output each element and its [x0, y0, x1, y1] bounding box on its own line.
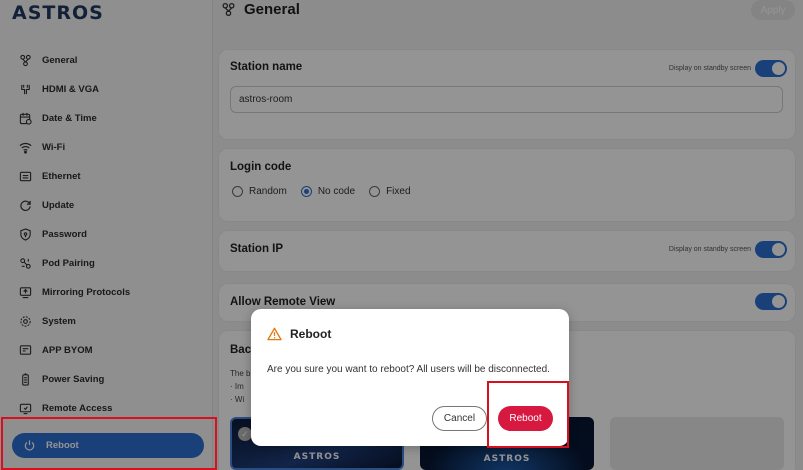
warning-icon [267, 327, 282, 341]
reboot-dialog: Reboot Are you sure you want to reboot? … [251, 309, 569, 446]
dialog-title: Reboot [290, 327, 332, 341]
dialog-header: Reboot [267, 327, 331, 341]
confirm-reboot-button[interactable]: Reboot [498, 406, 553, 431]
cancel-button[interactable]: Cancel [432, 406, 487, 431]
dialog-message: Are you sure you want to reboot? All use… [267, 364, 550, 375]
